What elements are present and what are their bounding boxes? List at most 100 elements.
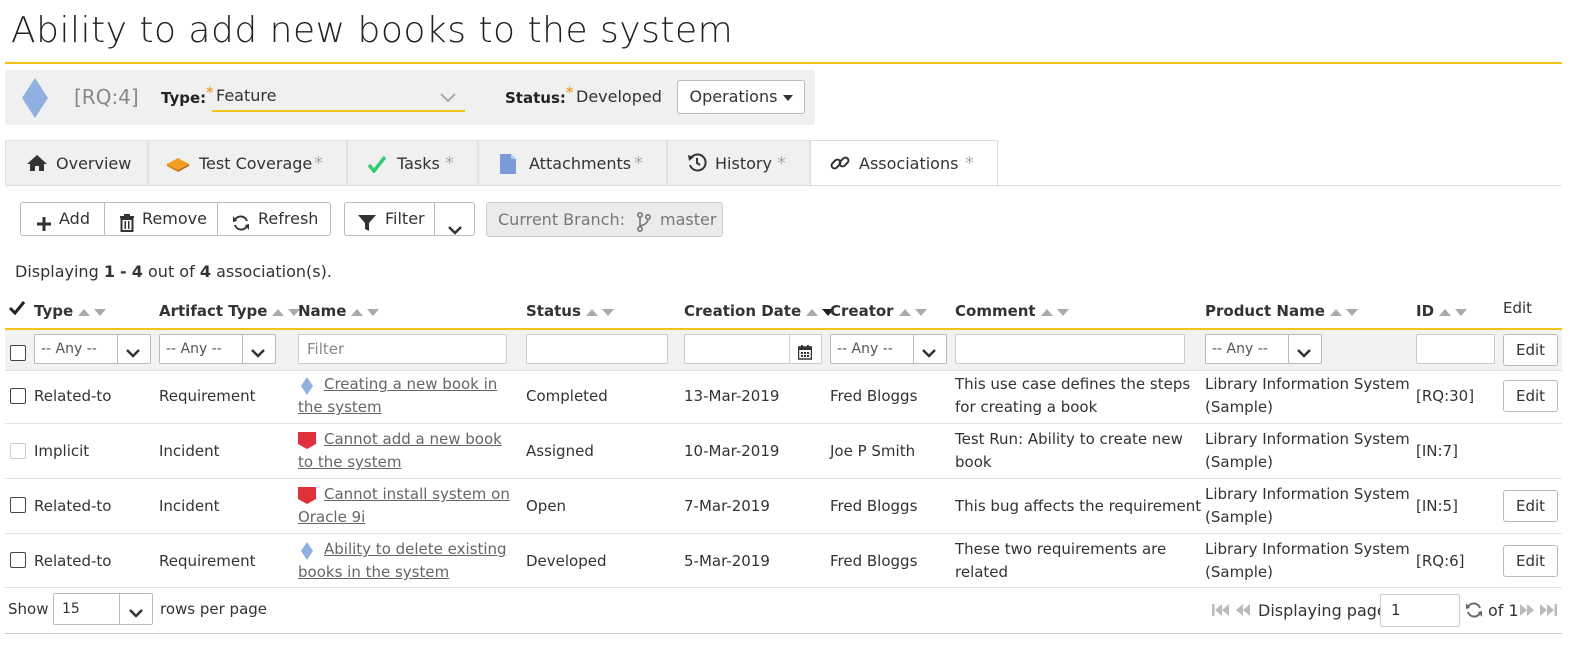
creation-date-cell: 5-Mar-2019 bbox=[684, 552, 770, 570]
row-checkbox[interactable] bbox=[10, 497, 26, 513]
title-divider bbox=[5, 62, 1562, 64]
previous-page-icon[interactable] bbox=[1235, 603, 1251, 621]
tab-tasks[interactable]: Tasks * bbox=[347, 140, 478, 186]
id-filter-input[interactable] bbox=[1416, 334, 1495, 364]
link-icon bbox=[830, 153, 850, 177]
select-all-checkbox[interactable] bbox=[10, 345, 26, 361]
select-divider bbox=[117, 335, 118, 363]
input-divider bbox=[789, 335, 790, 363]
tab-label: History bbox=[715, 154, 772, 173]
status-cell: Completed bbox=[526, 387, 608, 405]
comment-cell: These two requirements are related bbox=[955, 540, 1167, 581]
tab-dirty-marker: * bbox=[634, 153, 643, 174]
edit-button[interactable]: Edit bbox=[1503, 490, 1558, 522]
show-label: Show bbox=[8, 600, 49, 618]
tab-associations[interactable]: Associations * bbox=[810, 140, 998, 187]
sort-icon[interactable] bbox=[1040, 303, 1072, 321]
select-all-check-icon[interactable] bbox=[8, 300, 26, 320]
row-divider bbox=[5, 478, 1562, 479]
creation-date-cell: 10-Mar-2019 bbox=[684, 442, 780, 460]
column-header-product-name[interactable]: Product Name bbox=[1205, 302, 1361, 321]
edit-button[interactable]: Edit bbox=[1503, 545, 1558, 577]
artifact-name-link[interactable]: Creating a new book in the system bbox=[298, 373, 513, 419]
next-page-icon[interactable] bbox=[1519, 603, 1535, 621]
column-header-name[interactable]: Name bbox=[298, 302, 382, 321]
last-page-icon[interactable] bbox=[1539, 603, 1557, 621]
operations-label: Operations bbox=[689, 87, 778, 106]
operations-button[interactable]: Operations bbox=[677, 80, 805, 114]
status-value: Developed bbox=[576, 87, 662, 106]
creator-filter-select[interactable]: -- Any -- bbox=[830, 334, 947, 364]
row-checkbox[interactable] bbox=[10, 552, 26, 568]
row-divider bbox=[5, 533, 1562, 534]
comment-filter-input[interactable] bbox=[955, 334, 1185, 364]
type-value: Feature bbox=[216, 86, 277, 105]
column-header-id[interactable]: ID bbox=[1416, 302, 1470, 321]
add-button[interactable]: Add bbox=[20, 202, 105, 236]
row-checkbox[interactable] bbox=[10, 388, 26, 404]
status-label: Status:* bbox=[505, 85, 574, 107]
id-cell: [RQ:30] bbox=[1416, 387, 1475, 405]
status-cell: Assigned bbox=[526, 442, 594, 460]
tab-label: Overview bbox=[56, 154, 132, 173]
current-branch[interactable]: Current Branch: master bbox=[486, 202, 723, 237]
name-filter-input[interactable]: Filter bbox=[298, 334, 507, 364]
chevron-down-icon bbox=[128, 605, 144, 623]
column-header-comment[interactable]: Comment bbox=[955, 302, 1072, 321]
creation-date-cell: 7-Mar-2019 bbox=[684, 497, 770, 515]
page-number-input[interactable]: 1 bbox=[1380, 594, 1460, 627]
sort-icon[interactable] bbox=[585, 303, 617, 321]
status-filter-input[interactable] bbox=[526, 334, 668, 364]
rows-per-page-select[interactable]: 15 bbox=[53, 593, 153, 625]
row-divider bbox=[5, 423, 1562, 424]
tab-label: Tasks bbox=[397, 154, 440, 173]
chevron-down-icon bbox=[447, 215, 463, 247]
refresh-icon[interactable] bbox=[1465, 601, 1483, 623]
artifact-type: Requirement bbox=[159, 552, 256, 570]
tabs-divider bbox=[5, 185, 1562, 186]
incident-icon bbox=[298, 487, 316, 511]
column-header-status[interactable]: Status bbox=[526, 302, 617, 321]
column-header-creation-date[interactable]: Creation Date bbox=[684, 302, 837, 321]
artifact-type-filter-select[interactable]: -- Any -- bbox=[159, 334, 276, 364]
type-select[interactable]: Feature bbox=[212, 83, 465, 112]
tab-overview[interactable]: Overview bbox=[5, 140, 148, 186]
tab-attachments[interactable]: Attachments * bbox=[478, 140, 667, 186]
sort-icon[interactable] bbox=[77, 303, 109, 321]
row-divider bbox=[5, 587, 1562, 588]
rows-per-page-value: 15 bbox=[62, 601, 80, 617]
row-checkbox bbox=[10, 443, 26, 459]
artifact-name-link[interactable]: Cannot install system on Oracle 9i bbox=[298, 483, 513, 529]
sort-icon[interactable] bbox=[898, 303, 930, 321]
first-page-icon[interactable] bbox=[1212, 603, 1230, 621]
edit-button[interactable]: Edit bbox=[1503, 380, 1558, 412]
type-filter-select[interactable]: -- Any -- bbox=[34, 334, 151, 364]
column-header-creator[interactable]: Creator bbox=[830, 302, 930, 321]
sort-icon[interactable] bbox=[350, 303, 382, 321]
artifact-name-link[interactable]: Ability to delete existing books in the … bbox=[298, 538, 513, 584]
type-filter-value: -- Any -- bbox=[41, 341, 97, 357]
column-header-type[interactable]: Type bbox=[34, 302, 109, 321]
sort-icon[interactable] bbox=[1329, 303, 1361, 321]
filter-apply-button[interactable]: Edit bbox=[1503, 334, 1558, 366]
filter-dropdown-button[interactable] bbox=[434, 202, 475, 236]
tab-label: Associations bbox=[859, 154, 959, 173]
remove-button[interactable]: Remove bbox=[104, 202, 218, 236]
artifact-name-link[interactable]: Cannot add a new book to the system bbox=[298, 428, 513, 474]
filter-button[interactable]: Filter bbox=[344, 202, 435, 236]
tab-dirty-marker: * bbox=[777, 153, 786, 174]
tab-dirty-marker: * bbox=[314, 153, 323, 174]
sort-icon[interactable] bbox=[1438, 303, 1470, 321]
column-header-artifact-type[interactable]: Artifact Type bbox=[159, 302, 303, 321]
date-filter-input[interactable] bbox=[684, 334, 822, 364]
product-filter-select[interactable]: -- Any -- bbox=[1205, 334, 1322, 364]
row-divider bbox=[5, 370, 1562, 371]
artifact-type: Requirement bbox=[159, 387, 256, 405]
tab-test-coverage[interactable]: Test Coverage * bbox=[148, 140, 347, 186]
calendar-icon[interactable] bbox=[797, 341, 813, 369]
tab-history[interactable]: History * bbox=[667, 140, 810, 186]
refresh-button[interactable]: Refresh bbox=[217, 202, 331, 236]
branch-label: Current Branch: bbox=[498, 210, 626, 229]
comment-cell: Test Run: Ability to create new book bbox=[955, 430, 1183, 471]
tab-label: Attachments bbox=[529, 154, 632, 173]
